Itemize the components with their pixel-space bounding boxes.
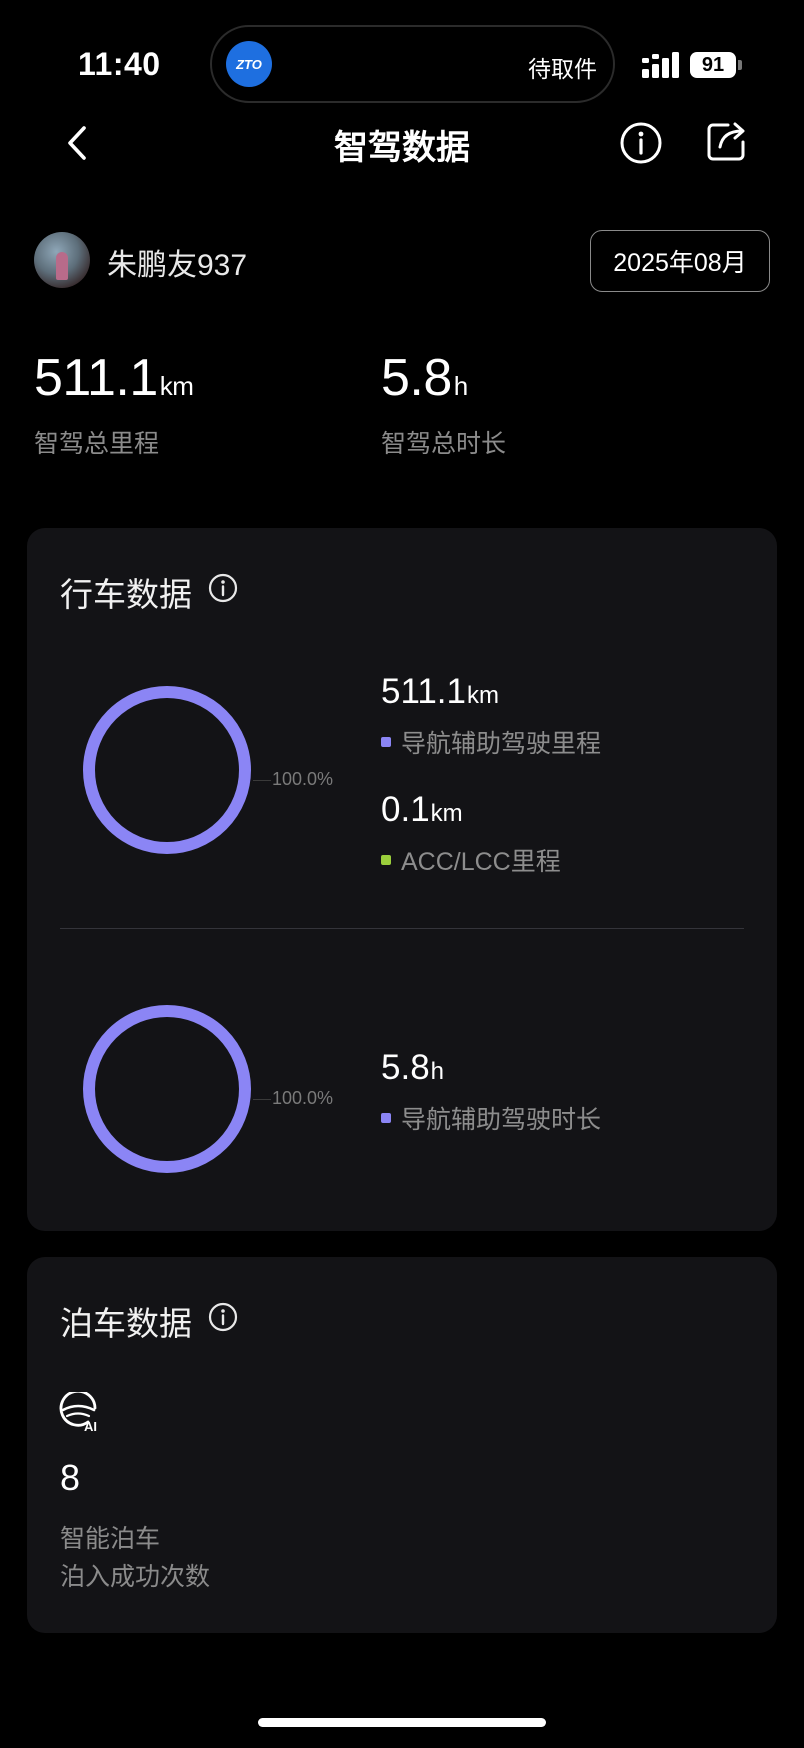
island-status-text: 待取件 [528,56,597,82]
ai-parking-icon: AI [59,1392,97,1432]
info-icon[interactable] [208,573,238,603]
mileage-ring-chart [83,686,251,854]
username: 朱鹏友937 [107,249,248,282]
ai-badge-text: AI [84,1419,97,1432]
page-title: 智驾数据 [334,129,470,167]
nav-mileage-unit: km [467,682,499,709]
acc-mileage-value-row: 0.1km [381,790,463,830]
total-duration-label: 智驾总时长 [381,430,507,458]
zto-logo-icon: ZTO [226,41,272,87]
info-icon[interactable] [208,1302,238,1332]
signal-icon [642,52,679,78]
parking-data-card: 泊车数据 AI 8 智能泊车 泊入成功次数 [27,1257,777,1633]
nav-duration-label: 导航辅助驾驶时长 [401,1106,602,1134]
duration-ring-percent: 100.0% [272,1088,334,1108]
driving-data-card: 行车数据 100.0% 511.1km 导航辅助驾驶里程 0.1km ACC/L… [27,528,777,1231]
total-mileage-value: 511.1 [34,349,158,407]
acc-mileage-legend: ACC/LCC里程 [381,842,561,878]
duration-ring-leader [253,1099,271,1100]
avatar-figure [56,252,68,280]
driving-data-title: 行车数据 [60,576,192,613]
acc-mileage-unit: km [430,800,463,827]
share-icon[interactable] [706,120,748,162]
parking-label-line1: 智能泊车 [60,1525,161,1553]
nav-mileage-label: 导航辅助驾驶里程 [401,730,602,758]
nav-mileage-value: 511.1 [381,672,466,711]
total-mileage-value-row: 511.1km [34,349,194,407]
status-bar: 11:40 ZTO 待取件 91 [0,0,804,110]
info-icon[interactable] [620,122,662,164]
nav-assist-legend-dot [381,1113,391,1123]
month-selector-button[interactable]: 2025年08月 [590,230,770,292]
duration-ring-chart [83,1005,251,1173]
total-duration-unit: h [453,371,468,401]
acc-lcc-legend-dot [381,855,391,865]
avatar[interactable] [34,232,90,288]
acc-mileage-label: ACC/LCC里程 [401,848,561,876]
battery-tip [738,60,742,70]
nav-duration-legend: 导航辅助驾驶时长 [381,1100,601,1136]
total-mileage-stat: 511.1km 智驾总里程 [34,349,194,460]
parking-count: 8 [60,1457,81,1498]
battery-icon: 91 [690,52,736,78]
nav-mileage-legend: 导航辅助驾驶里程 [381,724,601,760]
mileage-ring-percent: 100.0% [272,769,334,789]
parking-data-title: 泊车数据 [60,1305,192,1342]
nav-mileage-value-row: 511.1km [381,672,499,712]
nav-assist-legend-dot [381,737,391,747]
total-mileage-label: 智驾总里程 [34,430,160,458]
nav-bar: 智驾数据 [0,110,804,176]
section-divider [60,928,744,929]
nav-duration-unit: h [430,1058,445,1085]
nav-duration-value-row: 5.8h [381,1048,444,1088]
total-duration-value-row: 5.8h [381,352,506,404]
dynamic-island[interactable]: ZTO 待取件 [210,25,615,103]
nav-duration-value: 5.8 [381,1048,430,1087]
total-mileage-unit: km [159,371,194,401]
home-indicator [258,1718,546,1727]
acc-mileage-value: 0.1 [381,790,430,829]
total-duration-stat: 5.8h 智驾总时长 [381,352,506,460]
total-duration-value: 5.8 [381,349,452,407]
mileage-ring-leader [253,780,271,781]
status-time: 11:40 [78,46,161,82]
parking-label-line2: 泊入成功次数 [60,1563,211,1591]
